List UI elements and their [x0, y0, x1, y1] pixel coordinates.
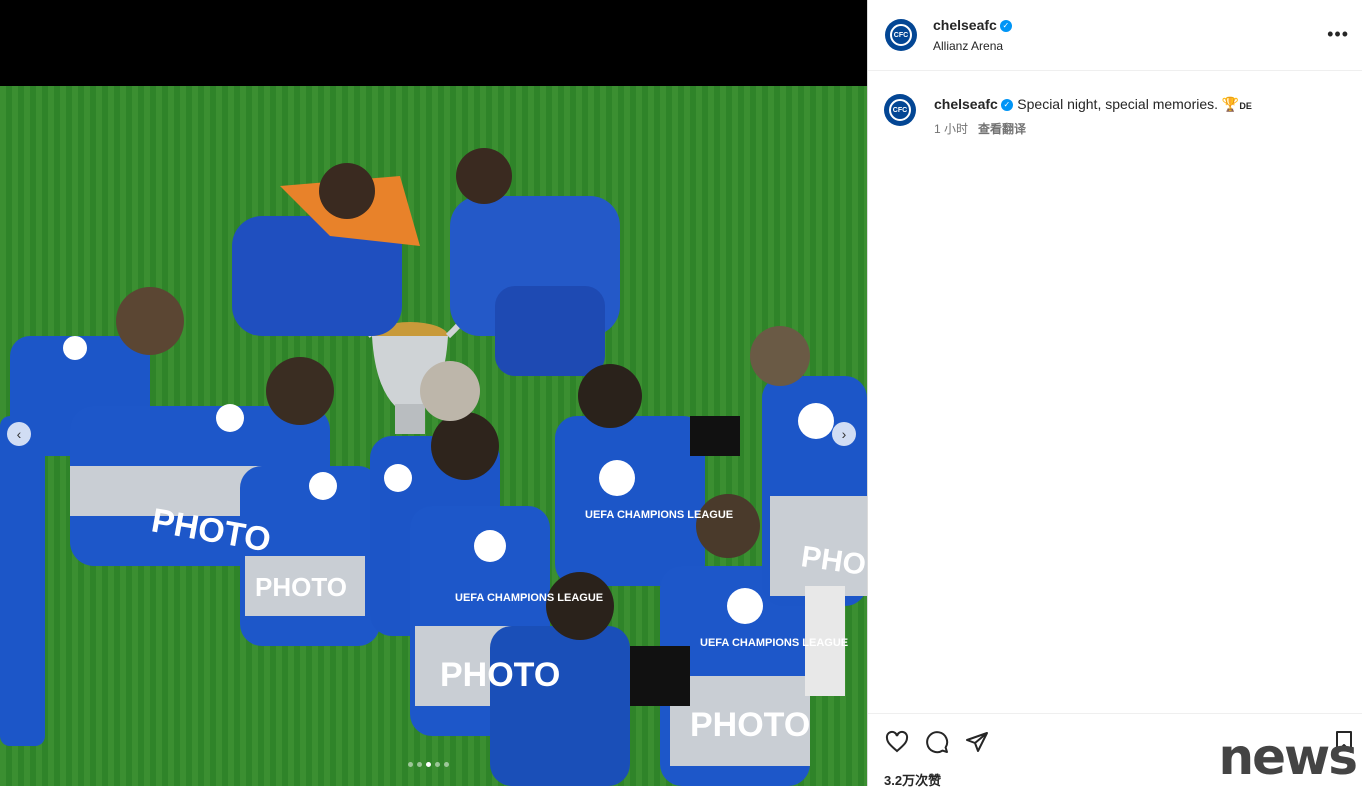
- verified-badge-icon: ✓: [999, 19, 1012, 32]
- caption-meta: 1 小时 查看翻译: [934, 120, 1026, 137]
- post-photo: PHOTO PHOTO PHOTO PHOTO PHOTO UEFA CHAMP…: [0, 86, 867, 786]
- chevron-left-icon[interactable]: ‹: [7, 422, 31, 446]
- post-time: 1 小时: [934, 122, 969, 136]
- carousel-dot[interactable]: [444, 762, 449, 767]
- verified-badge-icon: ✓: [1000, 98, 1013, 111]
- location-link[interactable]: Allianz Arena: [933, 39, 1012, 53]
- comment-icon[interactable]: [925, 730, 949, 754]
- vest-text: PHOTO: [255, 572, 347, 602]
- header-username[interactable]: chelseafc: [933, 17, 997, 33]
- vest-badge: UEFA CHAMPIONS LEAGUE: [585, 509, 733, 521]
- carousel-dots: [408, 762, 449, 767]
- news-watermark: news: [1218, 728, 1358, 786]
- vest-text: PHOTO: [690, 706, 810, 744]
- caption-username[interactable]: chelseafc: [934, 96, 998, 112]
- post-header: CFC chelseafc ✓ Allianz Arena •••: [868, 0, 1362, 71]
- caption-text: Special night, special memories. 🏆: [1017, 96, 1240, 112]
- vest-text: PHOTO: [440, 656, 560, 694]
- carousel-dot-active[interactable]: [426, 762, 431, 767]
- heart-icon[interactable]: [885, 730, 909, 754]
- more-options-icon[interactable]: •••: [1327, 24, 1349, 45]
- carousel-dot[interactable]: [435, 762, 440, 767]
- celebration-scene: PHOTO PHOTO PHOTO PHOTO PHOTO UEFA CHAMP…: [0, 148, 867, 786]
- chelsea-crest-icon[interactable]: CFC: [884, 94, 916, 126]
- post-media: PHOTO PHOTO PHOTO PHOTO PHOTO UEFA CHAMP…: [0, 0, 867, 786]
- translate-link[interactable]: 查看翻译: [978, 122, 1026, 136]
- likes-count[interactable]: 3.2万次赞: [884, 770, 941, 789]
- post-panel: CFC chelseafc ✓ Allianz Arena ••• CFC che…: [867, 0, 1362, 789]
- chelsea-crest-icon[interactable]: CFC: [885, 19, 917, 51]
- carousel-dot[interactable]: [408, 762, 413, 767]
- vest-badge: UEFA CHAMPIONS LEAGUE: [700, 637, 848, 649]
- share-icon[interactable]: [965, 730, 989, 754]
- chevron-right-icon[interactable]: ›: [832, 422, 856, 446]
- vest-badge: UEFA CHAMPIONS LEAGUE: [455, 592, 603, 604]
- carousel-dot[interactable]: [417, 762, 422, 767]
- caption-tail: DE: [1239, 101, 1252, 111]
